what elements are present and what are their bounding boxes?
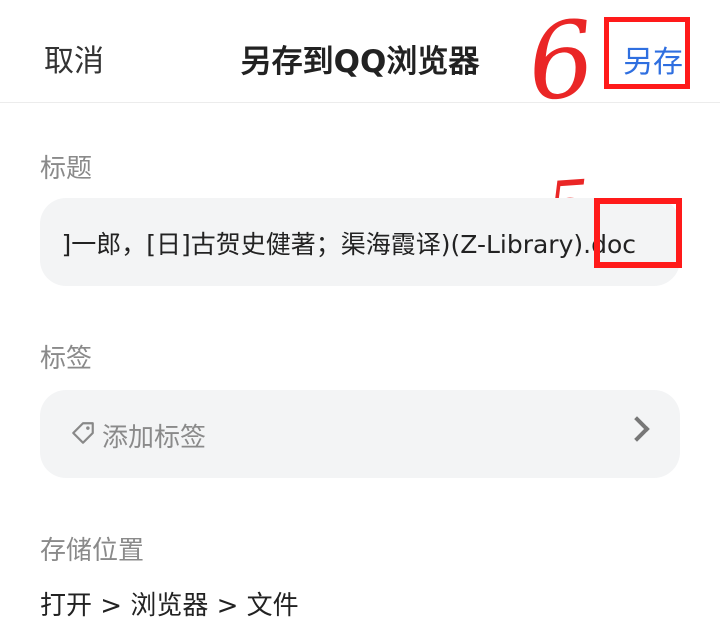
add-tag-row[interactable]: 添加标签 [40, 390, 680, 478]
title-label: 标题 [40, 154, 93, 184]
add-tag-placeholder: 添加标签 [102, 423, 207, 453]
annotation-step-6: 6 [521, 0, 601, 126]
storage-location-path[interactable]: 打开 > 浏览器 > 文件 [40, 585, 299, 622]
storage-location-label: 存储位置 [40, 536, 145, 566]
title-input-value: ]一郎，[日]古贺史健著；渠海霞译)(Z-Library).doc [61, 230, 636, 259]
save-as-highlight: 另存 [604, 17, 690, 89]
extension-highlight [594, 198, 682, 268]
tag-icon [72, 422, 94, 444]
save-as-button[interactable]: 另存 [623, 37, 683, 81]
top-bar: 取消 另存到QQ浏览器 另存 [0, 0, 720, 103]
title-input[interactable]: ]一郎，[日]古贺史健著；渠海霞译)(Z-Library).doc [40, 198, 680, 286]
tags-label: 标签 [40, 344, 93, 374]
chevron-right-icon [624, 416, 650, 442]
